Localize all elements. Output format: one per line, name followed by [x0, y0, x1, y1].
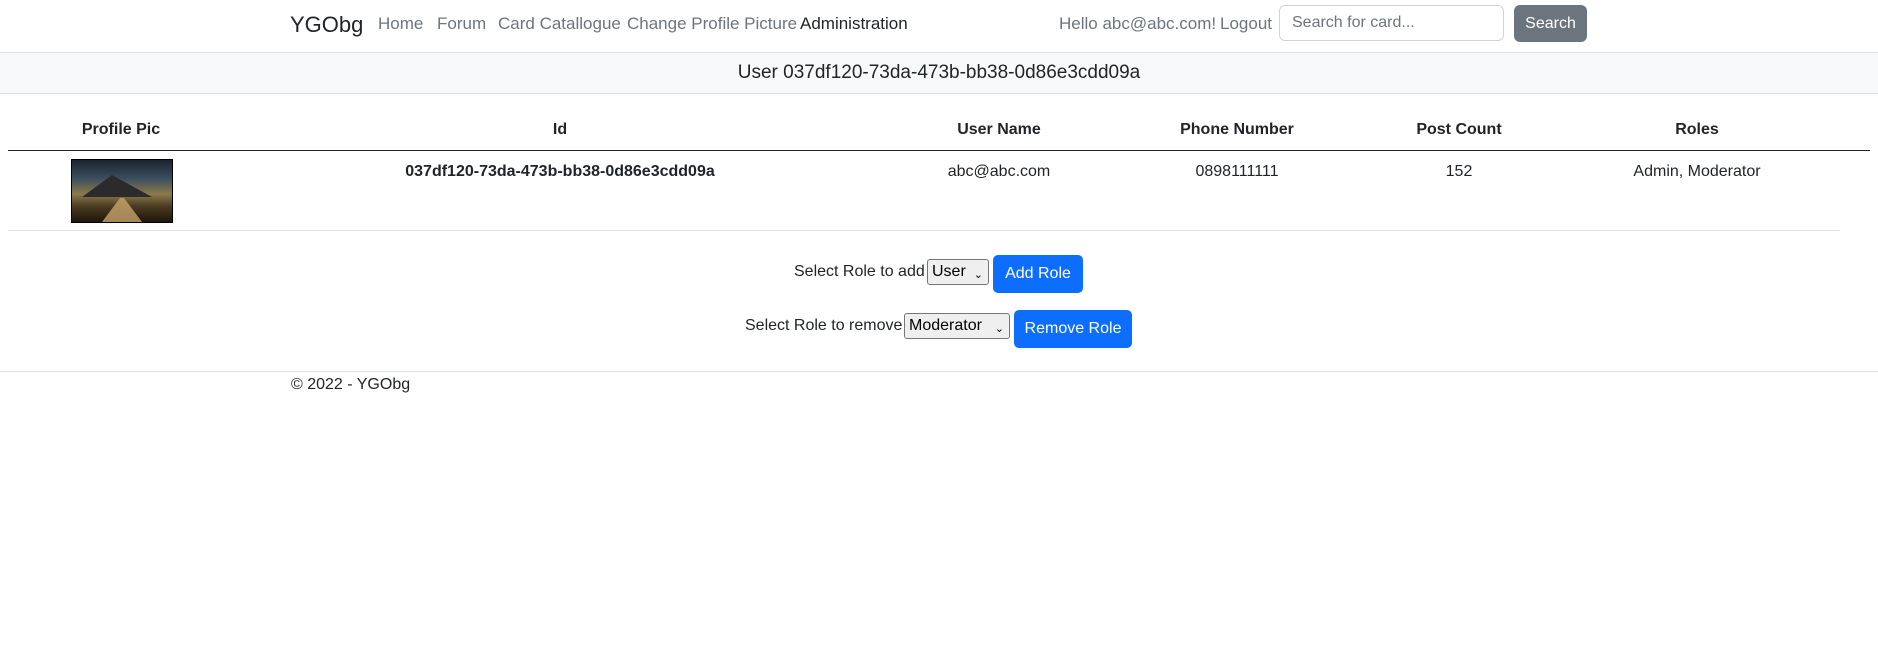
remove-role-select[interactable]: Moderator ⌄ [904, 313, 1010, 339]
logout-link[interactable]: Logout [1220, 14, 1272, 34]
nav-home-link[interactable]: Home [378, 14, 423, 34]
navbar: YGObg Home Forum Card Catallogue Change … [0, 0, 1878, 53]
nav-change-profile-picture-link[interactable]: Change Profile Picture [627, 14, 797, 34]
page-title: User 037df120-73da-473b-bb38-0d86e3cdd09… [0, 53, 1878, 94]
footer-copyright: © 2022 - YGObg [291, 376, 411, 393]
header-id: Id [552, 121, 568, 138]
nav-card-catalogue-link[interactable]: Card Catallogue [498, 14, 621, 34]
chevron-down-icon: ⌄ [973, 269, 983, 281]
user-id-cell: 037df120-73da-473b-bb38-0d86e3cdd09a [405, 163, 715, 180]
mountain-shape [82, 175, 152, 197]
footer-divider [0, 371, 1878, 372]
chevron-down-icon: ⌄ [994, 323, 1004, 335]
remove-role-selected-value: Moderator [909, 317, 982, 334]
add-role-button[interactable]: Add Role [993, 255, 1083, 293]
header-roles: Roles [1675, 121, 1719, 138]
phone-number-cell: 0898111111 [1195, 163, 1279, 180]
remove-role-button[interactable]: Remove Role [1014, 310, 1132, 348]
search-button[interactable]: Search [1514, 5, 1587, 42]
add-role-label: Select Role to add [794, 263, 925, 280]
table-header-divider [8, 150, 1870, 151]
add-role-select[interactable]: User ⌄ [927, 259, 989, 285]
post-count-cell: 152 [1445, 163, 1473, 180]
header-phone-number: Phone Number [1180, 121, 1294, 138]
roles-cell: Admin, Moderator [1633, 163, 1761, 180]
profile-picture [71, 159, 173, 223]
remove-role-label: Select Role to remove [745, 317, 903, 334]
header-profile-pic: Profile Pic [81, 121, 161, 138]
nav-forum-link[interactable]: Forum [437, 14, 486, 34]
header-user-name: User Name [957, 121, 1041, 138]
user-name-cell: abc@abc.com [947, 163, 1051, 180]
add-role-selected-value: User [932, 263, 966, 280]
user-greeting: Hello abc@abc.com! [1059, 14, 1217, 33]
table-row-divider [8, 230, 1840, 231]
nav-administration-link[interactable]: Administration [800, 14, 908, 34]
road-shape [102, 198, 142, 222]
brand-link[interactable]: YGObg [290, 12, 363, 38]
header-post-count: Post Count [1416, 121, 1502, 138]
card-search-input[interactable] [1279, 5, 1504, 41]
